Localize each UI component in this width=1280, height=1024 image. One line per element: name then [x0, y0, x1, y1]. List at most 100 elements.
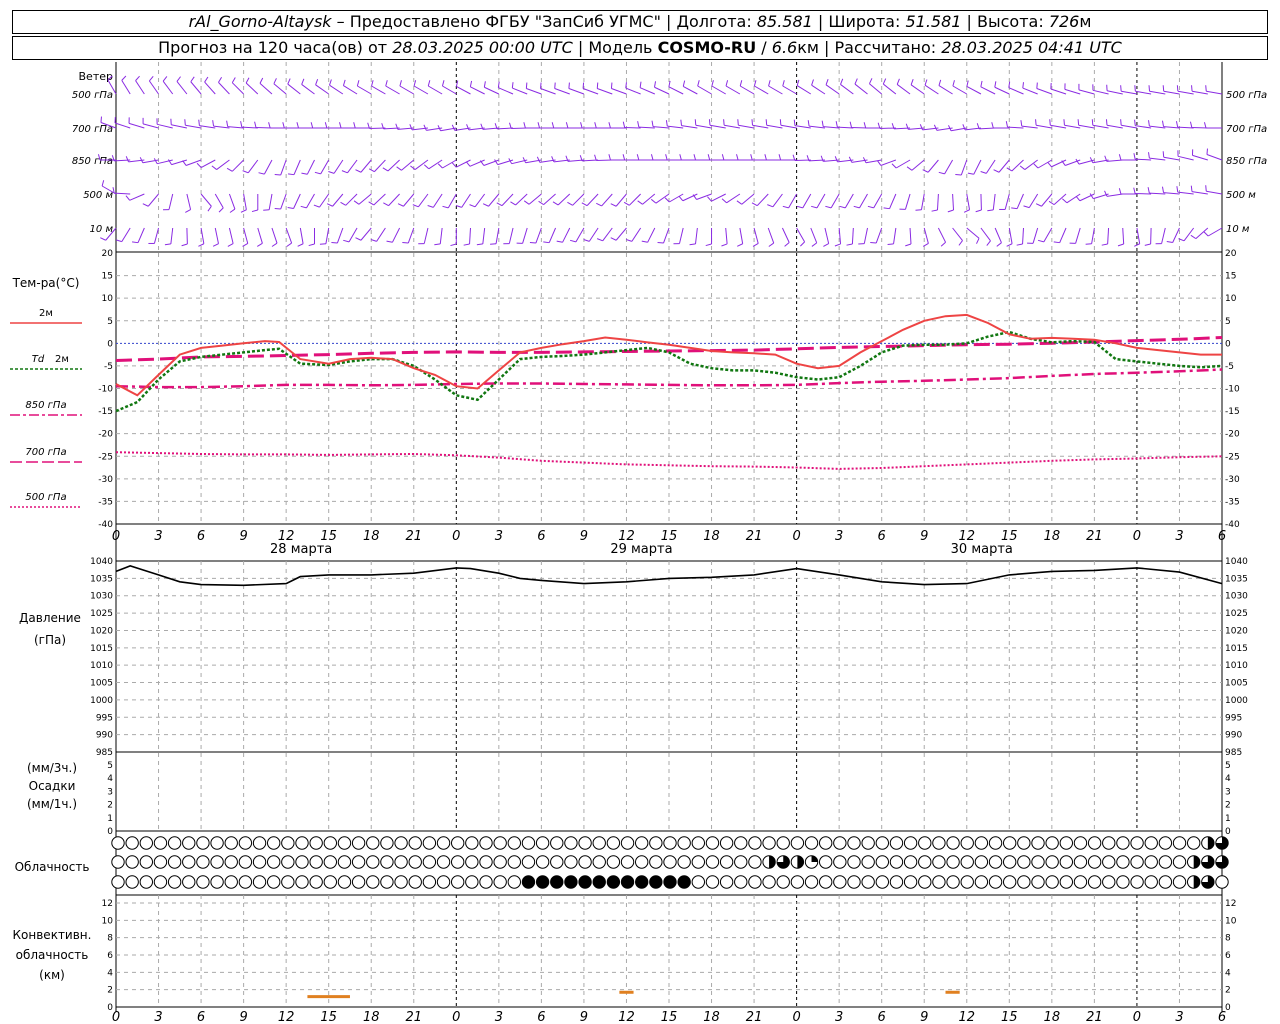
wind-barb-flag — [737, 119, 739, 126]
wind-barb — [501, 193, 514, 206]
conv-tick-left: 2 — [107, 986, 113, 996]
cloud-middle-circle — [1002, 855, 1017, 869]
cloud-low-circle — [903, 875, 918, 889]
wind-barb-flag — [1147, 187, 1150, 194]
wind-barb-flag — [1105, 119, 1108, 126]
cloud-low-circle — [182, 875, 196, 889]
cloud-middle-circle — [748, 855, 762, 869]
cloud-middle-circle — [281, 855, 295, 869]
cloud-low-circle — [436, 875, 451, 889]
wind-barb — [142, 123, 159, 129]
wind-barb-flag — [834, 156, 838, 163]
cloud-middle-circle — [861, 855, 875, 869]
wind-barb — [572, 193, 585, 206]
wind-barb-flag — [1117, 243, 1124, 247]
cloud-middle-circle — [337, 855, 352, 869]
temp-tick-right: -35 — [1225, 497, 1240, 507]
precip-tick-left: 4 — [107, 774, 113, 784]
wind-barb — [683, 85, 698, 95]
dash: – — [331, 12, 350, 31]
wind-barb-flag — [1036, 82, 1038, 89]
precip-unit-3h: (мм/3ч.) — [27, 761, 77, 775]
cloud-middle-circle — [493, 855, 507, 869]
wind-barb — [780, 124, 797, 129]
wind-barb — [228, 227, 234, 244]
wind-barb-flag — [1205, 85, 1207, 92]
wind-barb — [893, 227, 897, 244]
cloud-high-circle — [337, 836, 352, 850]
wind-barb-flag — [1053, 241, 1060, 244]
wind-barb-flag — [594, 154, 597, 161]
pressure-tick-right: 995 — [1225, 713, 1242, 723]
cloud-low-full — [635, 875, 648, 889]
wind-barb-flag — [958, 240, 963, 246]
meteogram: Ветер 500 гПа 500 гПа 700 гПа 700 гПа 850 гПа… — [10, 62, 1267, 1024]
hour-tick: 0 — [792, 529, 800, 544]
wind-barb — [1107, 227, 1110, 245]
wind-barb — [796, 227, 806, 243]
wind-barb-flag — [883, 207, 890, 210]
precip-tick-left: 5 — [107, 761, 113, 771]
wind-barb-flag — [552, 201, 559, 206]
wind-barb — [280, 159, 287, 176]
wind-barb — [1121, 90, 1138, 95]
wind-barb — [667, 125, 684, 129]
cloud-middle-circle — [875, 855, 890, 869]
cloud-middle-circle — [918, 855, 932, 869]
wind-barb-flag — [980, 171, 987, 174]
wind-barb — [1136, 227, 1141, 244]
wind-barb — [190, 81, 202, 95]
wind-barb — [114, 122, 131, 129]
wind-barb-flag — [736, 200, 743, 205]
wind-barb-flag — [368, 168, 375, 173]
cloud-middle-circle — [833, 855, 847, 869]
cloud-high-circle — [238, 836, 253, 850]
wind-barb-flag — [410, 165, 416, 170]
wind-barb-flag — [314, 171, 321, 175]
wind-barb — [980, 227, 991, 242]
cloud-low-circle — [479, 875, 493, 889]
wind-barb-flag — [490, 243, 497, 245]
hour-tick: 6 — [1218, 529, 1226, 544]
wind-barb-flag — [399, 80, 402, 87]
sep: | — [961, 12, 977, 31]
cloud-middle-circle — [1130, 855, 1144, 869]
wind-barb — [204, 81, 216, 95]
temp-tick-left: -20 — [98, 430, 113, 440]
cloud-high-circle — [1059, 836, 1074, 850]
wind-barb — [1206, 154, 1223, 161]
header-line-1: rAl_Gorno-Altaysk – Предоставлено ФГБУ "… — [12, 10, 1268, 34]
cloud-low-circle — [1172, 875, 1187, 889]
wind-barb-flag — [905, 243, 912, 247]
wind-barb — [973, 159, 982, 175]
cloud-high-circle — [139, 836, 154, 850]
wind-barb — [1183, 227, 1195, 242]
cloud-high-circle — [889, 836, 904, 850]
wind-barb-flag — [596, 202, 602, 207]
wind-barb-flag — [184, 119, 186, 126]
wind-barb-flag — [922, 169, 929, 173]
cloud-low-circle — [1059, 875, 1074, 889]
wind-barb — [653, 126, 670, 129]
wind-barb — [825, 84, 840, 95]
sep: | — [818, 38, 835, 57]
temp-tick-right: -25 — [1225, 452, 1240, 462]
wind-barb-flag — [148, 75, 154, 82]
wind-barb-flag — [212, 243, 219, 247]
wind-barb-flag — [427, 205, 434, 208]
cloud-middle-circle — [564, 855, 578, 869]
wind-barb-flag — [825, 205, 832, 209]
cloud-high-circle — [295, 836, 309, 850]
wind-barb-flag — [142, 203, 149, 207]
hour-tick: 21 — [746, 1010, 763, 1024]
wind-barb — [854, 83, 868, 95]
wind-barb — [568, 88, 585, 95]
hour-tick: 12 — [958, 1010, 975, 1024]
wind-barb — [1016, 193, 1024, 209]
wind-barb — [869, 83, 883, 95]
wind-barb — [1008, 87, 1024, 95]
cloud-low-circle — [719, 875, 734, 889]
wind-barb-flag — [1037, 239, 1044, 243]
wind-barb — [1059, 227, 1067, 243]
cloud-high-circle — [1045, 836, 1059, 850]
